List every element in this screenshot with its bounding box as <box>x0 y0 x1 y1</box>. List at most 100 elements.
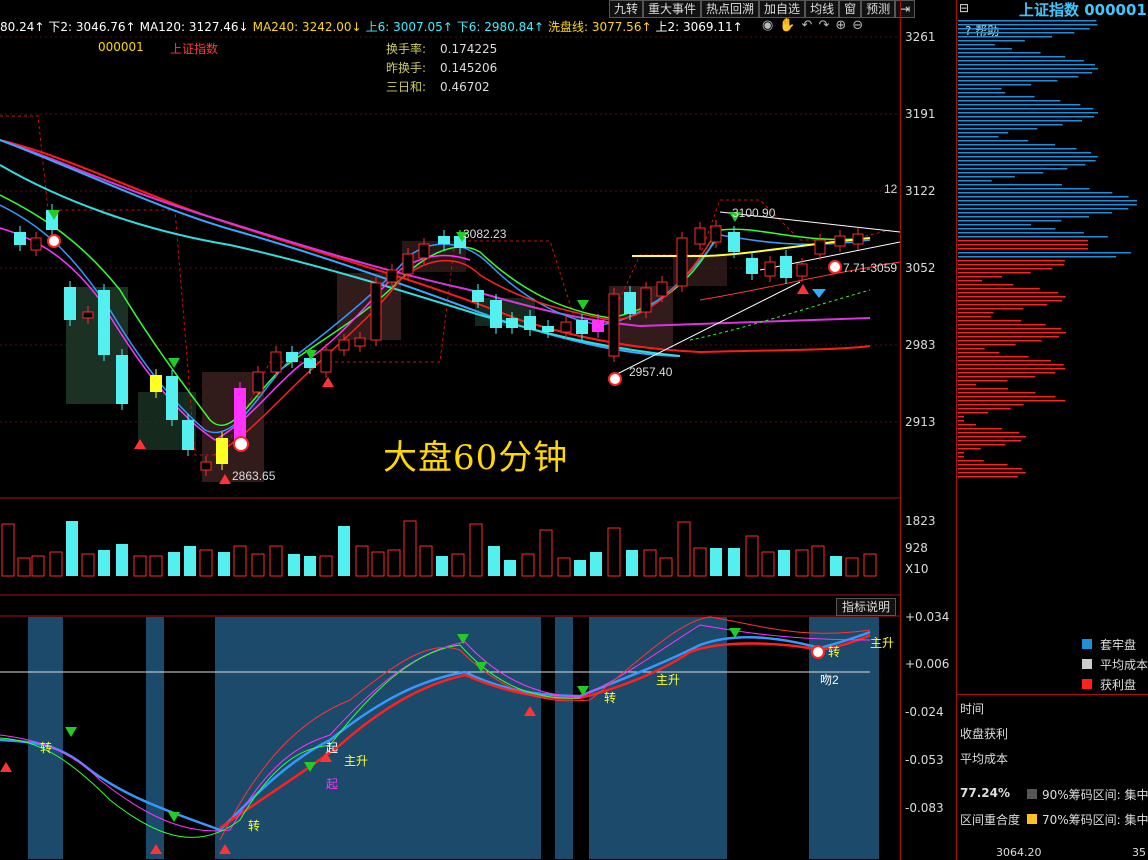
chip-bar <box>958 84 1032 86</box>
chip-bar <box>958 304 1048 306</box>
range90-swatch <box>1027 789 1037 799</box>
candle-body <box>542 326 554 332</box>
chip-bar <box>958 172 1044 174</box>
chip-bar <box>958 460 984 462</box>
candle-body <box>624 292 636 314</box>
chip-bar <box>958 372 1056 374</box>
ind-label-turn-4: 转 <box>828 644 840 659</box>
candle-body <box>814 239 826 255</box>
close-profit-label: 收盘获利 <box>960 727 1009 741</box>
chip-bar <box>958 308 1024 310</box>
ind-label-start-2: 起 <box>326 777 338 791</box>
chip-bar <box>958 40 1025 42</box>
chip-bar <box>958 196 1129 198</box>
corner-label: 12 <box>884 182 898 196</box>
chip-bar <box>958 440 1022 442</box>
low-price-2: 2863.65 <box>232 469 276 483</box>
candle-body <box>354 337 366 347</box>
price-tick: 3122 <box>905 184 936 198</box>
volume-bar <box>811 545 825 577</box>
ind-label-turn-1: 转 <box>40 740 52 755</box>
chip-bar <box>958 148 1077 150</box>
volume-bar <box>626 550 638 576</box>
chip-bar <box>958 360 1051 362</box>
volume-bar <box>745 535 759 577</box>
candle-body <box>320 349 332 373</box>
volume-bar <box>355 545 369 577</box>
legend-swatch-trapped <box>1082 639 1092 649</box>
chip-bar <box>958 76 1079 78</box>
chip-bar <box>958 476 1018 478</box>
chip-bar <box>958 352 1000 354</box>
volume-bar <box>778 550 790 576</box>
chip-bar <box>958 28 1090 30</box>
volume-bar <box>251 553 265 577</box>
chip-bar <box>958 168 1068 170</box>
volume-bar <box>304 556 316 576</box>
volume-bar <box>488 546 500 576</box>
volume-bar <box>830 556 842 576</box>
volume-bar <box>338 526 350 576</box>
chip-bar <box>958 408 1011 410</box>
volume-bar <box>116 544 128 576</box>
chip-bar <box>958 156 1098 158</box>
profit-percent: 77.24% <box>960 786 1010 800</box>
price-tick: 3052 <box>905 261 936 275</box>
info-divider <box>956 694 1148 695</box>
chip-bar <box>958 368 1066 370</box>
volume-bar <box>557 557 571 577</box>
chip-bar <box>958 152 1092 154</box>
volume-bar <box>643 549 657 577</box>
candle-body <box>640 287 652 313</box>
volume-bar <box>133 555 147 577</box>
volume-bar <box>451 553 465 577</box>
candle-body <box>270 351 282 373</box>
chip-bar <box>958 328 1062 330</box>
chip-bar <box>958 88 1002 90</box>
volume-bar <box>49 551 63 577</box>
volume-bar <box>539 529 553 577</box>
chip-bar <box>958 320 1022 322</box>
candle-body <box>694 227 706 245</box>
candle-body <box>216 438 228 464</box>
indicator-help-button[interactable]: 指标说明 <box>836 598 897 616</box>
chip-bar <box>958 396 1056 398</box>
chip-bar <box>958 124 1063 126</box>
chip-bar <box>958 212 1112 214</box>
chip-bar <box>958 252 1131 254</box>
chip-bar <box>958 56 1066 58</box>
chip-bar <box>958 404 1024 406</box>
indicator-tick: +0.006 <box>905 657 950 671</box>
bottom-price: 3064.20 <box>996 846 1042 859</box>
volume-bar <box>149 555 163 577</box>
candle-body <box>764 261 776 277</box>
candle-body <box>370 282 382 341</box>
chip-bar <box>958 416 964 418</box>
chip-bar <box>958 160 1096 162</box>
volume-bar <box>677 521 691 577</box>
high-price-2: 3100.90 <box>732 206 776 220</box>
candle-body <box>728 232 740 252</box>
volume-bar <box>218 552 230 576</box>
volume-tick: 1823 <box>905 514 936 528</box>
candle-body <box>472 290 484 302</box>
legend-swatch-avgcost <box>1082 659 1092 669</box>
chip-bar <box>958 132 1009 134</box>
chip-bar <box>958 256 1117 258</box>
indicator-panel <box>0 616 879 859</box>
candle-body <box>182 420 194 450</box>
volume-unit: X10 <box>905 562 929 576</box>
chip-bar <box>958 140 1029 142</box>
range-70: 70%筹码区间: 集中 <box>1042 813 1148 827</box>
candle-body <box>150 375 162 392</box>
chip-bar <box>958 288 1040 290</box>
chip-bar <box>958 36 1053 38</box>
candle-body <box>710 225 722 243</box>
chip-bar <box>958 336 1060 338</box>
volume-bar <box>17 557 31 577</box>
chip-bar <box>958 72 1093 74</box>
volume-bar <box>590 552 602 576</box>
candle-body <box>490 300 502 328</box>
chip-bar <box>958 344 1016 346</box>
chip-bar <box>958 180 992 182</box>
